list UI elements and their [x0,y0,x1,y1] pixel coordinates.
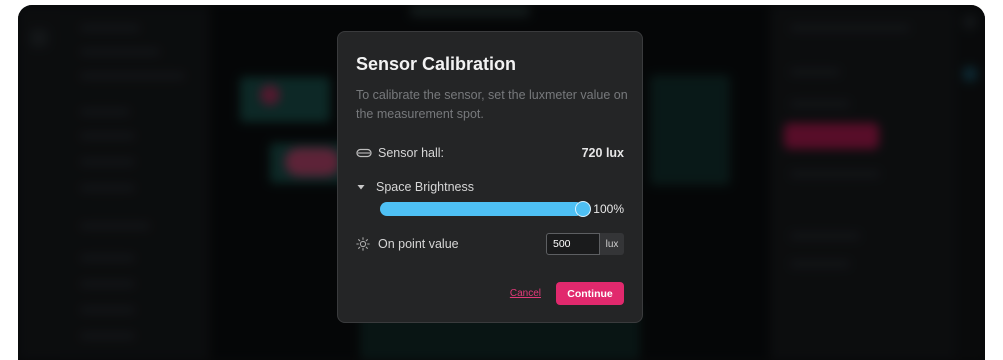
continue-button[interactable]: Continue [556,282,624,305]
space-brightness-slider[interactable] [380,201,591,217]
sensor-hall-value: 720 lux [581,146,624,160]
slider-fill [380,202,583,216]
sensor-calibration-dialog: Sensor Calibration To calibrate the sens… [337,31,643,323]
dialog-title: Sensor Calibration [356,54,517,74]
on-point-label: On point value [378,237,459,251]
triangle-down-icon [356,183,366,191]
cancel-button[interactable]: Cancel [510,288,541,299]
dialog-description: To calibrate the sensor, set the luxmete… [356,88,628,121]
brightness-icon [356,237,370,251]
on-point-row: On point value lux [356,232,624,256]
space-brightness-slider-row: 100% [380,201,624,217]
sensor-hall-label: Sensor hall: [378,146,445,160]
space-brightness-label: Space Brightness [376,180,474,194]
sensor-icon [356,148,372,158]
space-brightness-percent: 100% [593,202,624,216]
space-brightness-toggle[interactable]: Space Brightness [356,178,624,196]
on-point-value-input[interactable] [546,233,600,255]
slider-thumb[interactable] [575,201,591,217]
sensor-hall-row: Sensor hall: 720 lux [356,144,624,162]
dialog-footer: Cancel Continue [510,282,624,305]
unit-label: lux [600,233,624,255]
